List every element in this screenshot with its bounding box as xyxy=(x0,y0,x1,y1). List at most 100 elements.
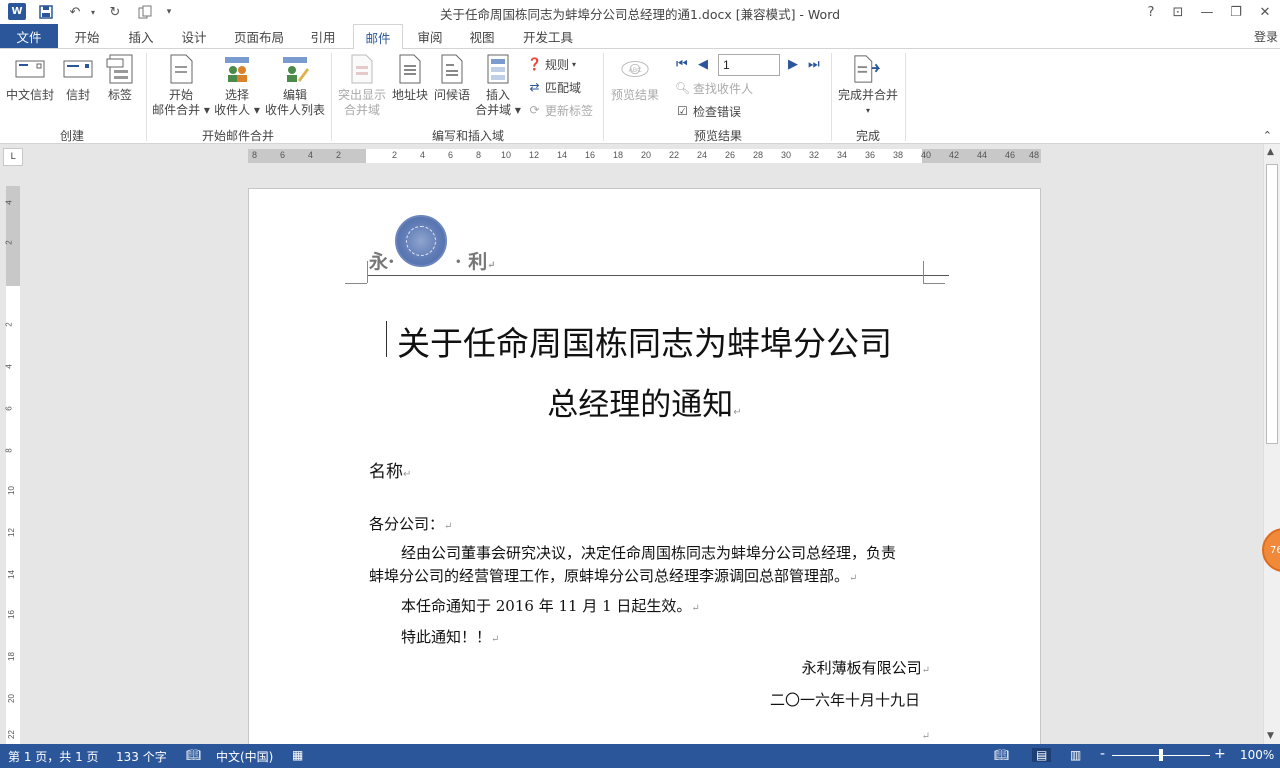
chinese-envelope-button[interactable]: 中文信封 xyxy=(6,53,54,103)
rules-button[interactable]: ❓ 规则 ▾ xyxy=(527,55,576,73)
tab-references[interactable]: 引用 xyxy=(300,24,346,48)
zoom-in-button[interactable]: + xyxy=(1214,746,1226,762)
ribbon-display-options-button[interactable]: ⊡ xyxy=(1165,2,1191,22)
scroll-thumb[interactable] xyxy=(1266,164,1278,444)
preview-results-button[interactable]: ABC 预览结果 xyxy=(608,53,662,103)
last-record-icon[interactable]: ⏭ xyxy=(808,57,820,72)
ruler-tick: 10 xyxy=(6,486,16,495)
update-labels-button[interactable]: ⟳ 更新标签 xyxy=(527,101,593,119)
status-bar: 第 1 页，共 1 页 133 个字 📖︎ 中文(中国) ▦ 📖︎ ▤ ▥ - … xyxy=(0,744,1280,768)
restore-button[interactable]: ❐ xyxy=(1223,2,1249,22)
margin-corner-mark xyxy=(923,261,924,283)
tab-view[interactable]: 视图 xyxy=(460,24,504,48)
tab-review[interactable]: 审阅 xyxy=(408,24,452,48)
ruler-tick: 2 xyxy=(4,240,14,245)
zoom-slider-thumb[interactable] xyxy=(1159,749,1163,761)
zoom-out-button[interactable]: - xyxy=(1100,746,1105,762)
collapse-ribbon-icon[interactable]: ⌃ xyxy=(1263,129,1272,142)
insert-merge-field-button[interactable]: 插入 合并域 ▾ xyxy=(474,53,522,118)
tab-design[interactable]: 设计 xyxy=(171,24,217,48)
signature-date: 二〇一六年十月十九日 xyxy=(769,691,920,709)
greeting-icon xyxy=(437,53,467,85)
finish-merge-button[interactable]: 完成并合并 ▾ xyxy=(834,53,902,118)
page-header[interactable]: 永· · 利↵ xyxy=(367,213,949,283)
record-number-input[interactable] xyxy=(718,54,780,76)
highlight-merge-fields-button[interactable]: 突出显示 合并域 xyxy=(334,53,390,118)
start-mail-merge-button[interactable]: 开始 邮件合并 ▾ xyxy=(150,53,212,118)
read-mode-icon[interactable]: 📖︎ xyxy=(994,748,1009,762)
ruler-tick: 12 xyxy=(529,150,540,160)
proofing-icon[interactable]: 📖︎ xyxy=(186,748,201,762)
tab-layout[interactable]: 页面布局 xyxy=(227,24,291,48)
login-link[interactable]: 登录 xyxy=(1254,28,1278,45)
address-block-button[interactable]: 地址块 xyxy=(390,53,430,103)
close-button[interactable]: ✕ xyxy=(1252,2,1278,22)
labels-button[interactable]: 标签 xyxy=(102,53,138,103)
group-start-merge-label: 开始邮件合并 xyxy=(201,129,274,143)
header-brand-left: 永· xyxy=(369,251,395,273)
ruler-margin-left xyxy=(248,149,366,163)
ruler-tick: 2 xyxy=(392,150,398,160)
group-separator xyxy=(831,53,832,141)
start-merge-line2: 邮件合并 ▾ xyxy=(152,103,210,117)
scroll-down-icon[interactable]: ▼ xyxy=(1267,731,1274,741)
ruler-tick: 14 xyxy=(6,570,16,579)
print-layout-icon[interactable]: ▤ xyxy=(1032,748,1052,762)
group-create-label: 创建 xyxy=(59,129,84,143)
ruler-tick: 24 xyxy=(697,150,708,160)
people-icon xyxy=(222,53,252,85)
greeting-label: 问候语 xyxy=(433,88,470,102)
tab-insert[interactable]: 插入 xyxy=(118,24,164,48)
match-fields-button[interactable]: ⇄ 匹配域 xyxy=(527,78,581,96)
window-title: 关于任命周国栋同志为蚌埠分公司总经理的通1.docx [兼容模式] - Word xyxy=(439,7,841,22)
page-count[interactable]: 第 1 页，共 1 页 xyxy=(8,748,99,765)
document-title-line1: 关于任命周国栋同志为蚌埠分公司 xyxy=(397,324,892,363)
group-separator xyxy=(905,53,906,141)
check-errors-button[interactable]: ☑ 检查错误 xyxy=(675,102,741,120)
ruler-tick: 14 xyxy=(557,150,568,160)
minimize-button[interactable]: — xyxy=(1194,2,1220,22)
greeting-line: 各分公司：↵ xyxy=(369,515,453,533)
preview-icon: ABC xyxy=(620,53,650,85)
ruler-tick: 40 xyxy=(921,150,932,160)
select-recipients-line1: 选择 xyxy=(224,88,249,102)
envelope-button[interactable]: 信封 xyxy=(60,53,96,103)
ruler-tick: 4 xyxy=(4,200,14,205)
tab-file[interactable]: 文件 xyxy=(0,24,58,48)
ruler-tick: 32 xyxy=(809,150,820,160)
help-button[interactable]: ? xyxy=(1138,2,1164,22)
insert-field-line1: 插入 xyxy=(485,88,510,102)
select-recipients-button[interactable]: 选择 收件人 ▾ xyxy=(212,53,262,118)
next-record-icon[interactable]: ▶ xyxy=(788,57,798,72)
horizontal-ruler[interactable]: 8 6 4 2 2 4 6 8 10 12 14 16 18 20 22 24 … xyxy=(248,149,1041,163)
find-recipient-button[interactable]: 🔍︎ 查找收件人 xyxy=(675,79,753,97)
word-count[interactable]: 133 个字 xyxy=(116,748,167,765)
tab-home[interactable]: 开始 xyxy=(64,24,110,48)
ruler-tick: 4 xyxy=(4,364,14,369)
zoom-level[interactable]: 100% xyxy=(1240,748,1274,762)
web-layout-icon[interactable]: ▥ xyxy=(1070,748,1081,762)
greeting-line-button[interactable]: 问候语 xyxy=(432,53,472,103)
document-page[interactable]: 永· · 利↵ 关于任命周国栋同志为蚌埠分公司 总经理的通知↵ 名称↵ 各分公司… xyxy=(248,188,1041,748)
rules-icon: ❓ xyxy=(527,57,542,71)
ruler-tick: 38 xyxy=(893,150,904,160)
envelope-label: 信封 xyxy=(65,88,90,102)
tab-selector[interactable]: L xyxy=(3,148,23,166)
tab-developer[interactable]: 开发工具 xyxy=(515,24,581,48)
ruler-tick: 2 xyxy=(336,150,342,160)
group-finish-label: 完成 xyxy=(855,129,880,143)
previous-record-icon[interactable]: ◀ xyxy=(698,57,708,72)
find-icon: 🔍︎ xyxy=(674,81,691,95)
tab-mailings[interactable]: 邮件 xyxy=(353,24,403,49)
vertical-ruler[interactable]: 4 2 2 4 6 8 10 12 14 16 18 20 22 xyxy=(4,186,20,744)
language-indicator[interactable]: 中文(中国) xyxy=(216,748,273,765)
labels-icon xyxy=(105,53,135,85)
vertical-scrollbar[interactable]: ▲ ▼ xyxy=(1263,144,1280,744)
ruler-tick: 22 xyxy=(6,730,16,739)
edit-recipient-list-button[interactable]: 编辑 收件人列表 xyxy=(262,53,328,118)
scroll-up-icon[interactable]: ▲ xyxy=(1267,147,1274,157)
seal-ring xyxy=(406,226,436,256)
first-record-icon[interactable]: ⏮ xyxy=(676,57,688,72)
macro-record-icon[interactable]: ▦ xyxy=(292,748,303,762)
ruler-tick: 20 xyxy=(641,150,652,160)
